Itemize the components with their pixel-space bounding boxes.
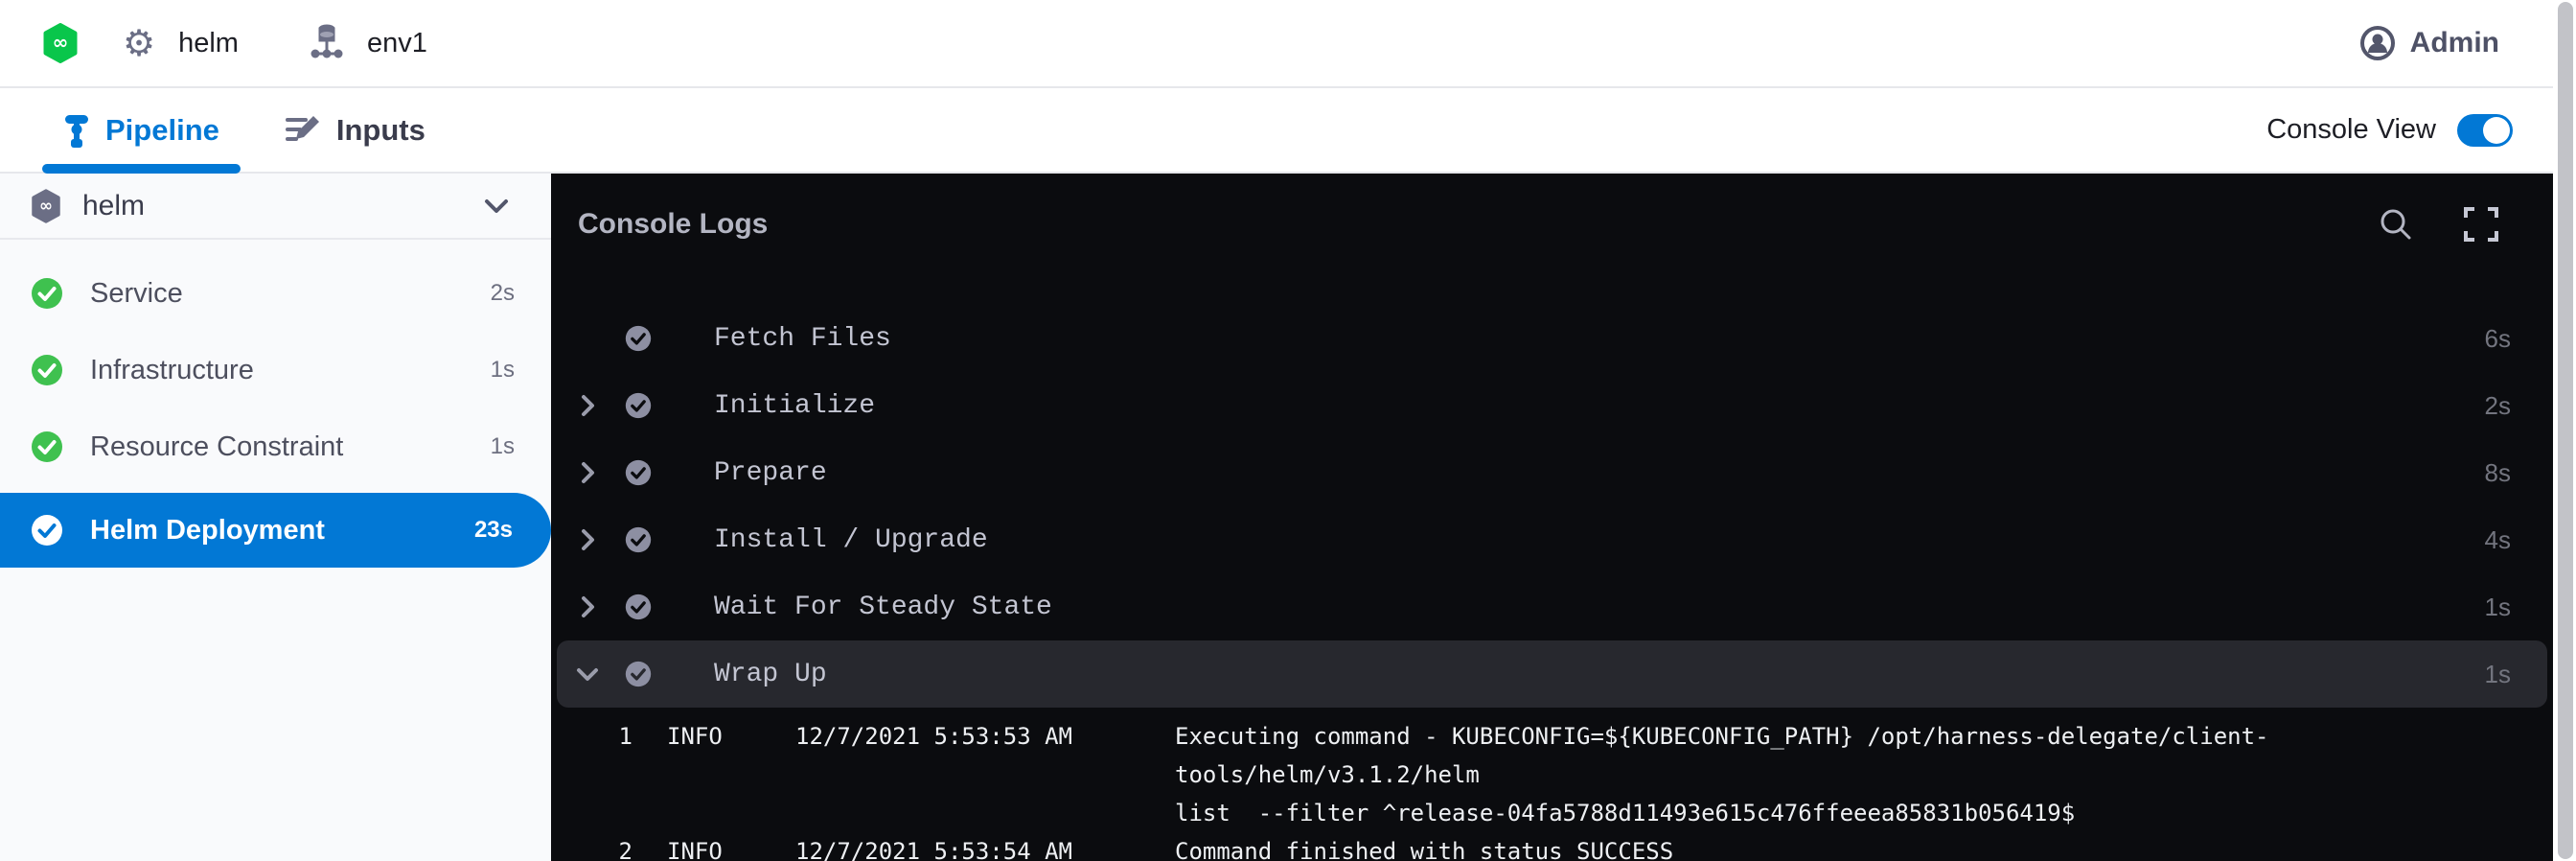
- breadcrumb-environment[interactable]: env1: [367, 28, 427, 59]
- search-icon[interactable]: [2379, 207, 2413, 242]
- sidebar-item-infrastructure[interactable]: Infrastructure 1s: [0, 339, 551, 401]
- tab-pipeline[interactable]: Pipeline: [42, 88, 241, 172]
- log-level: INFO: [667, 832, 772, 861]
- success-check-icon: [31, 354, 63, 386]
- toggle-knob: [2483, 117, 2510, 144]
- log-line: 2 INFO 12/7/2021 5:53:54 AM Command fini…: [551, 832, 2553, 861]
- tab-pipeline-label: Pipeline: [105, 113, 219, 148]
- sidebar-item-resource-constraint[interactable]: Resource Constraint 1s: [0, 416, 551, 477]
- user-menu[interactable]: Admin: [2360, 26, 2499, 60]
- user-avatar-icon: [2360, 26, 2395, 60]
- scrollbar-track: [2553, 0, 2576, 861]
- sidebar-item-label: Helm Deployment: [90, 515, 325, 547]
- step-success-check-icon: [622, 593, 655, 620]
- success-check-icon: [31, 430, 63, 463]
- sidebar-item-service[interactable]: Service 2s: [0, 263, 551, 324]
- step-row-wait-for-steady-state[interactable]: Wait For Steady State 1s: [551, 573, 2553, 640]
- tab-inputs[interactable]: Inputs: [264, 88, 447, 172]
- chevron-right-icon[interactable]: [566, 595, 609, 618]
- step-row-prepare[interactable]: Prepare 8s: [551, 439, 2553, 506]
- step-label: Wrap Up: [714, 660, 827, 689]
- harness-pipeline-execution-page: ∞ ⚙ helm env1: [0, 0, 2576, 861]
- project-settings-gear-icon[interactable]: ⚙: [123, 25, 155, 61]
- log-timestamp: 12/7/2021 5:53:53 AM: [795, 717, 1112, 756]
- execution-sidebar: ∞ helm: [0, 174, 551, 861]
- tab-bar: Pipeline Inputs Console View: [0, 88, 2576, 174]
- svg-text:∞: ∞: [53, 31, 69, 54]
- sidebar-item-label: Service: [90, 278, 183, 310]
- pipeline-icon: [63, 111, 90, 150]
- stage-name: helm: [82, 190, 145, 222]
- inputs-icon: [285, 114, 321, 147]
- fullscreen-icon[interactable]: [2463, 206, 2499, 243]
- step-duration: 6s: [2485, 324, 2511, 354]
- step-duration: 1s: [2485, 660, 2511, 689]
- user-name: Admin: [2410, 27, 2499, 59]
- log-line-number: 2: [551, 832, 632, 861]
- stage-step-list: Service 2s Infrastructure 1s: [0, 240, 551, 568]
- step-label: Prepare: [714, 458, 827, 488]
- breadcrumb-project[interactable]: helm: [178, 28, 239, 59]
- chevron-down-icon[interactable]: [484, 198, 509, 214]
- log-message: Executing command - KUBECONFIG=${KUBECON…: [1175, 717, 2553, 832]
- step-success-check-icon: [622, 661, 655, 687]
- console-view-toggle[interactable]: [2457, 114, 2513, 147]
- log-message: Command finished with status SUCCESS: [1175, 832, 1673, 861]
- stage-hexagon-icon: ∞: [31, 189, 61, 223]
- step-success-check-icon: [622, 392, 655, 419]
- step-label: Install / Upgrade: [714, 525, 988, 555]
- chevron-right-icon[interactable]: [566, 327, 609, 350]
- step-row-install-upgrade[interactable]: Install / Upgrade 4s: [551, 506, 2553, 573]
- sidebar-item-helm-deployment[interactable]: Helm Deployment 23s: [0, 493, 551, 568]
- harness-logo-icon[interactable]: ∞: [42, 23, 79, 63]
- sidebar-item-label: Infrastructure: [90, 355, 254, 386]
- step-label: Wait For Steady State: [714, 593, 1052, 622]
- console-view-label: Console View: [2266, 114, 2436, 146]
- step-success-check-icon: [622, 526, 655, 553]
- sidebar-item-duration: 1s: [491, 357, 515, 384]
- chevron-down-icon[interactable]: [566, 666, 609, 682]
- step-duration: 4s: [2485, 525, 2511, 555]
- sidebar-item-duration: 2s: [491, 280, 515, 307]
- scrollbar-thumb[interactable]: [2558, 2, 2573, 859]
- success-check-icon: [31, 514, 63, 547]
- console-step-list: Fetch Files 6s Initialize 2s: [551, 274, 2553, 708]
- svg-text:∞: ∞: [39, 196, 53, 215]
- content-area: ∞ helm: [0, 174, 2576, 861]
- chevron-right-icon[interactable]: [566, 528, 609, 551]
- step-success-check-icon: [622, 325, 655, 352]
- stage-header[interactable]: ∞ helm: [0, 174, 551, 240]
- console-logs-panel: Console Logs: [551, 174, 2553, 861]
- log-line: 1 INFO 12/7/2021 5:53:53 AM Executing co…: [551, 717, 2553, 832]
- chevron-right-icon[interactable]: [566, 394, 609, 417]
- step-row-fetch-files[interactable]: Fetch Files 6s: [551, 305, 2553, 372]
- breadcrumb: ∞ ⚙ helm env1: [42, 23, 427, 63]
- tab-inputs-label: Inputs: [336, 113, 426, 148]
- sidebar-item-duration: 1s: [491, 433, 515, 460]
- step-duration: 2s: [2485, 391, 2511, 421]
- step-label: Initialize: [714, 391, 875, 421]
- sidebar-item-label: Resource Constraint: [90, 431, 343, 463]
- sidebar-item-duration: 23s: [474, 517, 513, 544]
- step-label: Fetch Files: [714, 324, 891, 354]
- log-line-number: 1: [551, 717, 632, 756]
- step-success-check-icon: [622, 459, 655, 486]
- top-bar: ∞ ⚙ helm env1: [0, 0, 2576, 88]
- chevron-right-icon[interactable]: [566, 461, 609, 484]
- step-duration: 1s: [2485, 593, 2511, 622]
- log-timestamp: 12/7/2021 5:53:54 AM: [795, 832, 1112, 861]
- log-lines: 1 INFO 12/7/2021 5:53:53 AM Executing co…: [551, 708, 2553, 861]
- step-row-initialize[interactable]: Initialize 2s: [551, 372, 2553, 439]
- step-duration: 8s: [2485, 458, 2511, 488]
- success-check-icon: [31, 277, 63, 310]
- environment-icon: [310, 24, 344, 62]
- step-row-wrap-up[interactable]: Wrap Up 1s: [557, 640, 2547, 708]
- console-title: Console Logs: [578, 208, 768, 241]
- log-level: INFO: [667, 717, 772, 756]
- console-header: Console Logs: [551, 174, 2553, 274]
